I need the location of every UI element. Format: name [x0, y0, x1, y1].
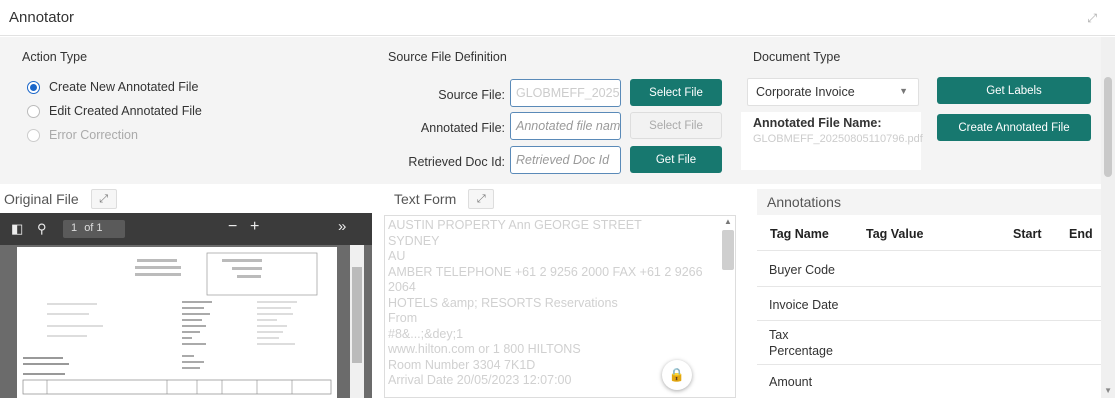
table-row[interactable]: Buyer Code: [757, 250, 1101, 286]
pdf-page: [17, 247, 337, 398]
expand-icon[interactable]: ⤢: [90, 189, 117, 209]
table-row[interactable]: Amount: [757, 364, 1101, 398]
radio-icon: [27, 128, 40, 142]
radio-create-new[interactable]: Create New Annotated File: [27, 80, 198, 94]
expand-icon[interactable]: ⤢: [468, 189, 495, 209]
more-tools-icon[interactable]: »: [338, 218, 346, 235]
zoom-out-icon[interactable]: −: [228, 218, 237, 236]
maximize-icon[interactable]: ⤢: [1087, 11, 1097, 26]
tag-name-cell: Amount: [769, 375, 813, 389]
radio-icon: [27, 104, 40, 118]
source-def-label: Source File Definition: [388, 50, 507, 64]
window-title: Annotator: [9, 9, 75, 26]
document-type-select[interactable]: Corporate Invoice ▼: [747, 78, 919, 106]
chevron-down-icon: ▼: [899, 86, 908, 96]
pdf-scrollbar[interactable]: [350, 245, 364, 398]
search-icon[interactable]: ⚲: [37, 221, 47, 237]
original-file-header: Original File ⤢: [4, 187, 117, 211]
text-line: From: [388, 311, 418, 325]
create-annotated-file-button[interactable]: Create Annotated File: [937, 114, 1091, 141]
scroll-up-icon[interactable]: ▲: [724, 217, 732, 226]
select-file-button[interactable]: Select File: [630, 79, 722, 106]
scroll-down-icon[interactable]: ▼: [1104, 386, 1112, 395]
page-count: of 1: [84, 222, 103, 234]
document-type-label: Document Type: [753, 50, 841, 64]
col-tag-name: Tag Name: [770, 227, 829, 241]
text-form-title: Text Form: [394, 191, 457, 207]
page-scrollbar[interactable]: [1101, 37, 1115, 398]
invoice-page-image: [22, 252, 332, 395]
pdf-toolbar: ◧ ⚲ 1 of 1 − + »: [0, 213, 372, 245]
radio-edit-created[interactable]: Edit Created Annotated File: [27, 104, 202, 118]
annotated-file-name-value: GLOBMEFF_20250805110796.pdf: [753, 133, 923, 145]
source-file-field[interactable]: GLOBMEFF_20250: [510, 79, 621, 107]
table-row[interactable]: Invoice Date: [757, 286, 1101, 320]
text-form-header: Text Form ⤢: [394, 187, 495, 211]
tag-name-cell: Buyer Code: [769, 263, 836, 277]
text-line: AU: [388, 249, 406, 263]
radio-error-correction-label: Error Correction: [49, 128, 138, 142]
radio-selected-icon: [27, 80, 40, 94]
retrieved-doc-id-label: Retrieved Doc Id:: [408, 155, 505, 169]
text-line: www.hilton.com or 1 800 HILTONS: [388, 342, 581, 356]
text-form-scrollbar[interactable]: [722, 230, 734, 270]
title-bar: Annotator ⤢: [0, 0, 1115, 36]
annotations-title: Annotations: [757, 189, 1101, 215]
zoom-in-icon[interactable]: +: [250, 218, 259, 236]
action-type-label: Action Type: [22, 50, 88, 64]
retrieved-doc-id-field[interactable]: Retrieved Doc Id: [510, 146, 621, 174]
sidebar-toggle-icon[interactable]: ◧: [11, 221, 23, 237]
radio-error-correction[interactable]: Error Correction: [27, 128, 138, 142]
tag-name-cell: Invoice Date: [769, 298, 839, 312]
tag-name-cell: Tax Percentage: [769, 328, 833, 358]
table-row[interactable]: Tax Percentage: [757, 320, 1101, 364]
text-line: HOTELS &amp; RESORTS Reservations: [388, 295, 618, 310]
col-start: Start: [1013, 227, 1042, 241]
source-file-label: Source File:: [438, 88, 505, 102]
col-end: End: [1069, 227, 1093, 241]
get-labels-button[interactable]: Get Labels: [937, 77, 1091, 104]
radio-create-new-label: Create New Annotated File: [49, 80, 199, 94]
get-file-button[interactable]: Get File: [630, 146, 722, 173]
text-line: 2064: [388, 280, 416, 294]
annotated-file-label: Annotated File:: [420, 121, 505, 135]
text-line: AMBER TELEPHONE +61 2 9256 2000 FAX +61 …: [388, 264, 703, 279]
select-annotated-file-button[interactable]: Select File: [630, 112, 722, 139]
text-line: AUSTIN PROPERTY Ann GEORGE STREET: [388, 218, 642, 232]
annotated-file-field[interactable]: Annotated file nam: [510, 112, 621, 140]
lock-icon[interactable]: 🔒: [662, 360, 692, 390]
text-line: SYDNEY: [388, 233, 440, 248]
annotated-file-name-label: Annotated File Name:: [753, 116, 882, 130]
radio-edit-created-label: Edit Created Annotated File: [49, 104, 202, 118]
col-tag-value: Tag Value: [866, 227, 924, 241]
page-input[interactable]: 1 of 1: [63, 220, 125, 238]
page-number: 1: [71, 222, 78, 234]
document-type-value: Corporate Invoice: [756, 85, 855, 99]
text-line: #8&...;&dey;1: [388, 326, 464, 341]
original-file-title: Original File: [4, 191, 79, 207]
